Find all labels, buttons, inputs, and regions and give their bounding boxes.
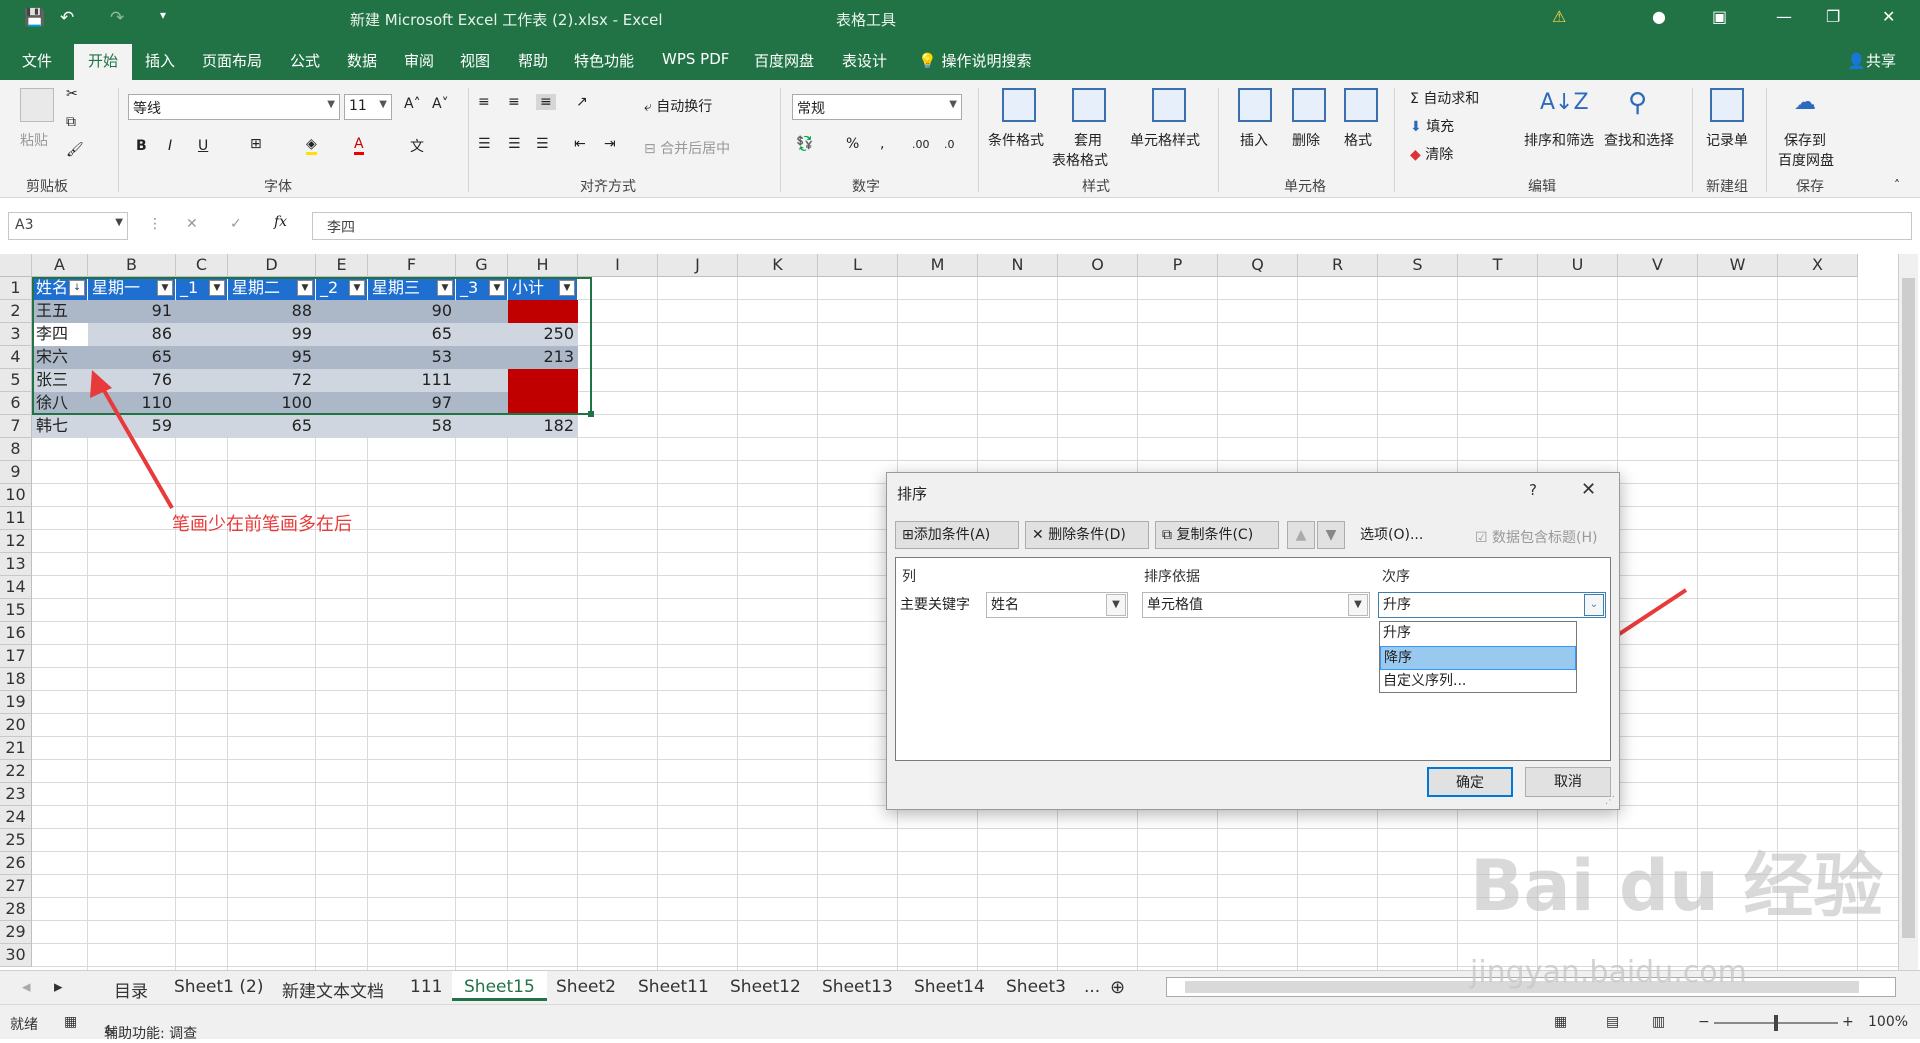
arrow-left-head (90, 370, 112, 398)
sheet-tab[interactable]: ... (1084, 977, 1100, 997)
sheet-tab[interactable]: Sheet11 (638, 977, 709, 997)
dialog-close-button[interactable]: ✕ (1581, 479, 1596, 500)
chevron-down-icon: ▼ (1106, 594, 1126, 616)
zoom-slider-thumb[interactable] (1774, 1015, 1778, 1031)
normal-view-icon[interactable]: ▦ (1554, 1014, 1567, 1030)
next-sheet-icon[interactable]: ▸ (54, 977, 63, 997)
status-ready: 就绪 (10, 1017, 38, 1033)
order-option-ascending[interactable]: 升序 (1380, 622, 1576, 646)
help-icon[interactable]: ? (1529, 481, 1537, 499)
order-select[interactable]: 升序 ⌄ (1378, 592, 1606, 618)
baidu-watermark-url: jingyan.baidu.com (1470, 955, 1747, 990)
ok-button[interactable]: 确定 (1427, 767, 1513, 797)
primary-key-label: 主要关键字 (900, 597, 970, 613)
options-button[interactable]: 选项(O)... (1353, 521, 1443, 549)
zoom-in-icon[interactable]: + (1842, 1014, 1854, 1030)
order-dropdown-list: 升序 降序 自定义序列... (1379, 621, 1577, 693)
add-sheet-icon[interactable]: ⊕ (1110, 977, 1125, 998)
cancel-button[interactable]: 取消 (1525, 767, 1611, 797)
sheet-tab[interactable]: 111 (410, 977, 442, 997)
order-header: 次序 (1382, 569, 1410, 585)
sheet-tab[interactable]: 新建文本文档 (282, 977, 384, 1002)
sort-by-column-value: 姓名 (991, 597, 1019, 613)
delete-level-button[interactable]: ✕ 删除条件(D) (1025, 521, 1149, 549)
has-header-label: 数据包含标题(H) (1492, 530, 1598, 546)
has-header-checkbox[interactable]: ☑ 数据包含标题(H) (1475, 527, 1597, 547)
sheet-tab[interactable]: Sheet2 (556, 977, 616, 997)
sheet-tab[interactable]: Sheet13 (822, 977, 893, 997)
checkbox-checked-icon: ☑ (1475, 530, 1488, 546)
zoom-out-icon[interactable]: − (1698, 1014, 1710, 1030)
copy-level-label: 复制条件(C) (1176, 527, 1254, 543)
baidu-watermark: Bai du 经验 (1470, 845, 1884, 927)
order-option-descending[interactable]: 降序 (1380, 646, 1576, 670)
sheet-tab[interactable]: Sheet15 (452, 971, 547, 1001)
macro-record-icon[interactable]: ▦ (64, 1014, 77, 1030)
arrow-left (96, 378, 174, 510)
sheet-tab[interactable]: 目录 (114, 977, 148, 1002)
page-break-view-icon[interactable]: ▥ (1652, 1014, 1665, 1030)
sort-on-value: 单元格值 (1147, 597, 1203, 613)
column-header: 列 (902, 569, 916, 585)
chevron-down-icon: ⌄ (1584, 594, 1604, 616)
sort-dialog: 排序 ? ✕ ⊞添加条件(A) ✕ 删除条件(D) ⧉ 复制条件(C) ▲ ▼ … (886, 472, 1620, 810)
vertical-scrollbar[interactable] (1898, 254, 1918, 970)
move-up-button[interactable]: ▲ (1287, 521, 1315, 549)
sheet-tab[interactable]: Sheet1 (2) (174, 977, 263, 997)
prev-sheet-icon[interactable]: ◂ (22, 977, 31, 997)
sort-by-column-select[interactable]: 姓名 ▼ (986, 592, 1128, 618)
dialog-title: 排序 (897, 485, 928, 503)
chevron-down-icon: ▼ (1348, 594, 1368, 616)
delete-x-icon: ✕ (1032, 527, 1044, 543)
order-value: 升序 (1383, 597, 1411, 613)
sort-on-header: 排序依据 (1144, 569, 1200, 585)
annotation-text: 笔画少在前笔画多在后 (172, 514, 352, 535)
resize-grip-icon[interactable]: ⋰ (1605, 795, 1615, 806)
vertical-scroll-thumb[interactable] (1902, 278, 1915, 938)
order-option-custom[interactable]: 自定义序列... (1380, 670, 1576, 694)
status-bar: 就绪 ▦ ♿ 辅助功能: 调查 ▦ ▤ ▥ − + 100% (0, 1004, 1920, 1042)
copy-level-icon: ⧉ (1162, 527, 1172, 543)
add-level-icon: ⊞ (902, 527, 914, 543)
delete-level-label: 删除条件(D) (1048, 527, 1126, 543)
zoom-level[interactable]: 100% (1868, 1014, 1908, 1030)
sort-on-select[interactable]: 单元格值 ▼ (1142, 592, 1370, 618)
accessibility-label: 辅助功能: 调查 (104, 1026, 198, 1042)
page-layout-view-icon[interactable]: ▤ (1606, 1014, 1619, 1030)
copy-level-button[interactable]: ⧉ 复制条件(C) (1155, 521, 1279, 549)
sheet-tab[interactable]: Sheet12 (730, 977, 801, 997)
sheet-tab[interactable]: Sheet14 (914, 977, 985, 997)
add-level-label: 添加条件(A) (913, 527, 991, 543)
add-level-button[interactable]: ⊞添加条件(A) (895, 521, 1019, 549)
move-down-button[interactable]: ▼ (1317, 521, 1345, 549)
sheet-tab[interactable]: Sheet3 (1006, 977, 1066, 997)
